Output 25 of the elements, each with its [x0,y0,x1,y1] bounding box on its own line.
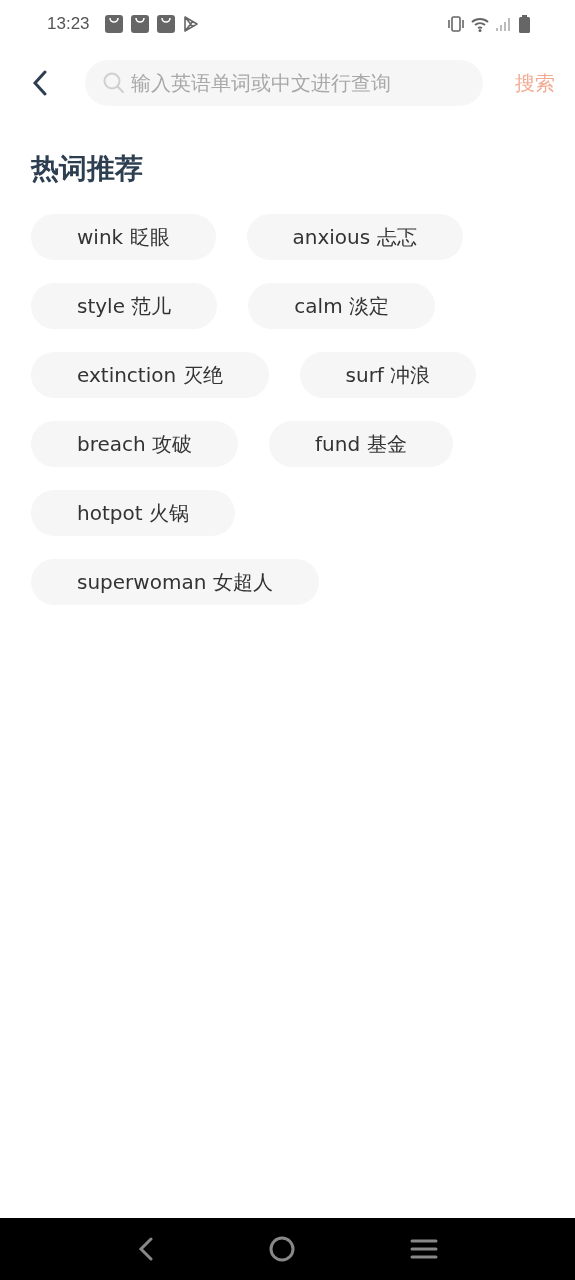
hot-word-chip[interactable]: calm 淡定 [248,283,435,329]
hot-word-chip[interactable]: hotpot 火锅 [31,490,235,536]
hot-word-chip[interactable]: fund 基金 [269,421,453,467]
search-field[interactable]: 输入英语单词或中文进行查询 [85,60,483,106]
hot-word-chip[interactable]: surf 冲浪 [299,352,477,398]
shopping-bag-icon [156,15,175,33]
hot-word-chip[interactable]: extinction 灭绝 [31,352,269,398]
back-nav-button[interactable] [137,1237,154,1261]
clock-time: 13:23 [47,14,90,34]
hot-word-chip[interactable]: superwoman 女超人 [31,559,319,605]
shopping-bag-icon [130,15,149,33]
hot-word-chip[interactable]: breach 攻破 [31,421,239,467]
vibrate-icon [447,16,465,32]
hot-word-chip[interactable]: anxious 忐忑 [246,214,463,260]
shopping-bag-icon [104,15,123,33]
search-icon [103,72,125,94]
section-title: 热词推荐 [31,151,144,187]
play-store-icon [182,15,199,33]
signal-icon [495,16,513,32]
wifi-icon [471,16,489,32]
battery-icon [519,15,530,33]
home-button[interactable] [268,1236,295,1262]
menu-button[interactable] [409,1238,438,1260]
hot-word-chip[interactable]: wink 眨眼 [31,214,216,260]
hot-word-chip[interactable]: style 范儿 [31,283,218,329]
